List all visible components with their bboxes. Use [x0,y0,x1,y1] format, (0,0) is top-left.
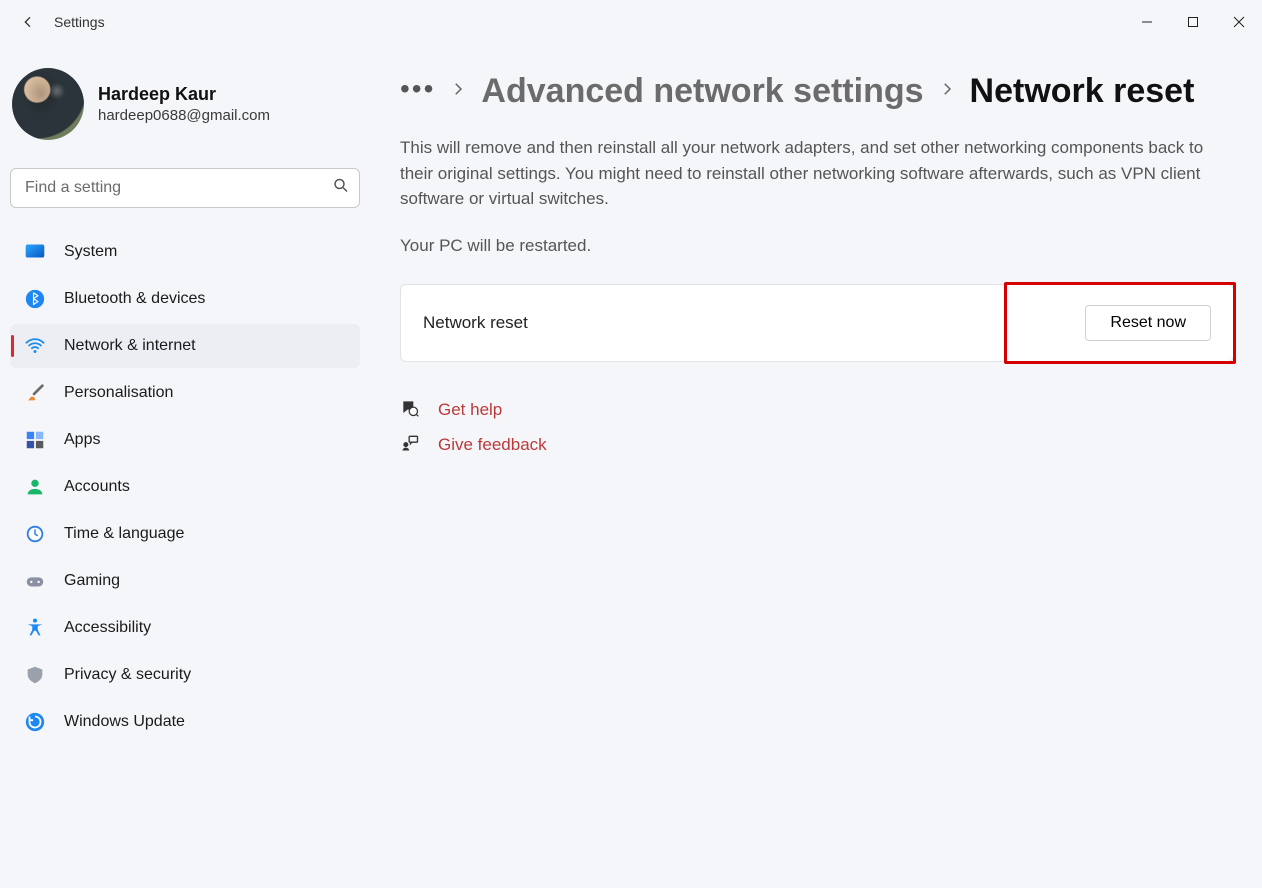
apps-icon [24,429,46,451]
sidebar-item-update[interactable]: Windows Update [10,700,360,744]
card-title: Network reset [423,313,528,333]
close-button[interactable] [1216,6,1262,38]
sidebar-item-label: System [64,243,117,261]
sidebar-item-time[interactable]: Time & language [10,512,360,556]
bluetooth-icon [24,288,46,310]
chevron-right-icon [449,80,467,103]
accounts-icon [24,476,46,498]
sidebar-item-label: Accounts [64,478,130,496]
sidebar-item-label: Personalisation [64,384,173,402]
search-wrap [10,168,360,208]
sidebar-item-accessibility[interactable]: Accessibility [10,606,360,650]
sidebar-item-apps[interactable]: Apps [10,418,360,462]
search-input[interactable] [10,168,360,208]
profile-name: Hardeep Kaur [98,84,270,105]
wifi-icon [24,335,46,357]
breadcrumb-overflow-button[interactable]: ••• [400,75,435,109]
accessibility-icon [24,617,46,639]
sidebar-item-system[interactable]: System [10,230,360,274]
sidebar-item-label: Privacy & security [64,666,191,684]
sidebar: Hardeep Kaur hardeep0688@gmail.com Syste… [0,44,370,888]
give-feedback-row: Give feedback [400,433,1234,458]
get-help-row: Get help [400,398,1234,423]
brush-icon [24,382,46,404]
sidebar-item-network[interactable]: Network & internet [10,324,360,368]
sidebar-item-personalisation[interactable]: Personalisation [10,371,360,415]
gaming-icon [24,570,46,592]
sidebar-item-label: Apps [64,431,100,449]
sidebar-item-label: Accessibility [64,619,151,637]
app-title: Settings [54,14,105,30]
sidebar-item-accounts[interactable]: Accounts [10,465,360,509]
clock-icon [24,523,46,545]
restart-note: Your PC will be restarted. [400,236,1234,256]
system-icon [24,241,46,263]
breadcrumb: ••• Advanced network settings Network re… [400,72,1234,111]
help-icon [400,398,420,423]
window-controls [1124,6,1262,38]
sidebar-item-label: Gaming [64,572,120,590]
search-icon [332,177,350,200]
page-title: Network reset [970,72,1195,111]
nav: System Bluetooth & devices Network & int… [10,230,360,744]
maximize-button[interactable] [1170,6,1216,38]
avatar [12,68,84,140]
sidebar-item-label: Bluetooth & devices [64,290,205,308]
profile-email: hardeep0688@gmail.com [98,107,270,124]
back-button[interactable] [8,2,48,42]
profile-block[interactable]: Hardeep Kaur hardeep0688@gmail.com [10,68,360,140]
sidebar-item-bluetooth[interactable]: Bluetooth & devices [10,277,360,321]
reset-now-button[interactable]: Reset now [1085,305,1211,341]
shield-icon [24,664,46,686]
sidebar-item-gaming[interactable]: Gaming [10,559,360,603]
sidebar-item-label: Network & internet [64,337,196,355]
main: ••• Advanced network settings Network re… [370,44,1262,888]
feedback-icon [400,433,420,458]
chevron-right-icon [938,80,956,103]
give-feedback-link[interactable]: Give feedback [438,435,547,455]
sidebar-item-label: Windows Update [64,713,185,731]
titlebar: Settings [0,0,1262,44]
network-reset-card: Network reset Reset now [400,284,1234,362]
sidebar-item-privacy[interactable]: Privacy & security [10,653,360,697]
sidebar-item-label: Time & language [64,525,184,543]
minimize-button[interactable] [1124,6,1170,38]
breadcrumb-link-advanced[interactable]: Advanced network settings [481,72,923,111]
description-text: This will remove and then reinstall all … [400,135,1234,212]
update-icon [24,711,46,733]
get-help-link[interactable]: Get help [438,400,502,420]
